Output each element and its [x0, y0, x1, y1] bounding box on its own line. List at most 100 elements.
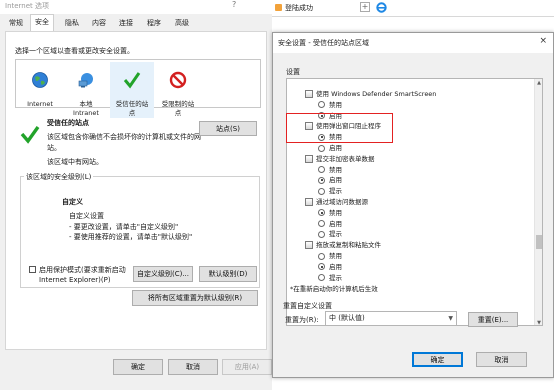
setting-text: 禁用 — [329, 165, 342, 174]
title-bar: Internet 选项 ? — [0, 0, 272, 14]
setting-option[interactable]: 启用 — [287, 262, 342, 272]
protected-mode-label: 启用保护模式(要求重新启动 — [39, 266, 126, 274]
setting-category: 拖放或复制和粘贴文件 — [287, 240, 381, 250]
setting-option[interactable]: 禁用 — [287, 208, 342, 218]
radio-button[interactable] — [318, 176, 325, 184]
zone-label: 本地 Intranet — [73, 100, 99, 117]
radio-button[interactable] — [318, 274, 325, 282]
ok-button[interactable]: 确定 — [113, 359, 163, 375]
setting-text: 启用 — [329, 144, 342, 152]
sites-button[interactable]: 站点(S) — [199, 121, 257, 136]
protected-mode-label-cont: Internet Explorer)(P) — [39, 276, 111, 284]
zone-trusted-sites[interactable]: 受信任的站 点 — [110, 62, 154, 118]
radio-button[interactable] — [318, 166, 325, 174]
radio-button[interactable] — [318, 263, 325, 271]
setting-text: 禁用 — [329, 208, 342, 217]
dialog-ok-button[interactable]: 确定 — [412, 352, 463, 367]
globe-icon — [32, 72, 48, 88]
reset-to-dropdown[interactable]: 中 (默认值) ▼ — [325, 311, 457, 326]
radio-button[interactable] — [318, 209, 325, 217]
tab-general[interactable]: 常规 — [5, 16, 27, 31]
setting-option[interactable]: 提示 — [287, 229, 342, 239]
tab-programs[interactable]: 程序 — [143, 16, 165, 31]
tree-scrollbar[interactable]: ▲ ▼ — [534, 79, 542, 325]
zone-internet[interactable]: Internet — [18, 62, 62, 109]
setting-option[interactable]: 禁用 — [287, 251, 342, 261]
setting-option[interactable]: 禁用 — [287, 100, 342, 110]
internet-options-window: Internet 选项 ? 常规 安全 隐私 内容 连接 程序 高级 选择一个区… — [0, 0, 272, 390]
protected-mode-checkbox[interactable] — [29, 266, 36, 273]
setting-category-icon — [305, 154, 313, 163]
custom-level-button[interactable]: 自定义级别(C)... — [133, 266, 193, 282]
tab-content[interactable]: 内容 — [88, 16, 110, 31]
tab-advanced[interactable]: 高级 — [171, 16, 193, 31]
security-settings-dialog: 安全设置 - 受信任的站点区域 × 设置 ▲ ▼ 使用 Windows Defe… — [272, 32, 554, 378]
setting-text: 提示 — [329, 187, 342, 196]
setting-category: 使用 Windows Defender SmartScreen — [287, 89, 436, 99]
setting-category: 提交非加密表单数据 — [287, 154, 375, 164]
level-line: 自定义设置 — [69, 212, 104, 220]
reset-button[interactable]: 重置(E)... — [468, 312, 518, 327]
browser-tab-strip: 登陆成功 + — [272, 0, 554, 17]
trusted-checkmark-icon — [20, 126, 40, 144]
tab-security[interactable]: 安全 — [30, 14, 54, 32]
setting-option[interactable]: 提示 — [287, 273, 342, 283]
reset-all-zones-button[interactable]: 将所有区域重置为默认级别(R) — [132, 290, 258, 306]
reset-to-value: 中 (默认值) — [329, 314, 365, 322]
zone-local-intranet[interactable]: 本地 Intranet — [64, 62, 108, 118]
radio-button[interactable] — [318, 144, 325, 152]
setting-option[interactable]: 启用 — [287, 175, 342, 185]
window-title: Internet 选项 — [5, 2, 50, 10]
radio-button[interactable] — [318, 252, 325, 260]
close-icon[interactable]: × — [539, 36, 547, 46]
setting-option[interactable]: 禁用 — [287, 165, 342, 175]
setting-text: 启用 — [329, 219, 342, 228]
dialog-title: 安全设置 - 受信任的站点区域 — [278, 39, 369, 47]
page-favicon-icon — [275, 4, 282, 11]
default-level-button[interactable]: 默认级别(D) — [199, 266, 257, 282]
dialog-title-bar: 安全设置 - 受信任的站点区域 × — [273, 33, 553, 53]
radio-button[interactable] — [318, 220, 325, 228]
setting-text: 提示 — [329, 273, 342, 282]
cancel-button[interactable]: 取消 — [168, 359, 218, 375]
tab-strip: 常规 安全 隐私 内容 连接 程序 高级 — [0, 14, 272, 32]
setting-text: 拖放或复制和粘贴文件 — [316, 241, 381, 250]
setting-text: 禁用 — [329, 252, 342, 260]
setting-text: 使用 Windows Defender SmartScreen — [316, 90, 437, 98]
radio-button[interactable] — [318, 101, 325, 109]
restart-note: *在重新启动你的计算机后生效 — [290, 285, 378, 293]
level-line: - 要更改设置，请单击"自定义级别" — [69, 223, 179, 231]
prohibited-icon — [169, 71, 187, 89]
setting-option[interactable]: 启用 — [287, 219, 342, 229]
browser-tab-title[interactable]: 登陆成功 — [285, 3, 313, 13]
reset-group-label: 重置自定义设置 — [283, 302, 332, 310]
radio-button[interactable] — [318, 230, 325, 238]
dialog-cancel-button[interactable]: 取消 — [476, 352, 527, 367]
scroll-thumb[interactable] — [536, 235, 542, 249]
zone-label: 受限制的站 点 — [161, 100, 195, 117]
tab-privacy[interactable]: 隐私 — [61, 16, 83, 31]
setting-category-icon — [305, 90, 313, 98]
checkmark-icon — [123, 72, 141, 89]
zone-list: Internet 本地 Intranet 受信任的站 点 受限制的站 点 — [15, 59, 261, 118]
radio-button[interactable] — [318, 187, 325, 195]
intranet-icon — [78, 73, 93, 88]
level-name: 自定义 — [62, 198, 83, 206]
setting-option[interactable]: 提示 — [287, 186, 342, 196]
zone-prompt: 选择一个区域以查看或更改安全设置。 — [15, 47, 134, 55]
zone-description-cont: 站。 — [47, 144, 61, 152]
setting-text: 启用 — [329, 262, 342, 271]
setting-text: 启用 — [329, 176, 342, 185]
help-button[interactable]: ? — [232, 0, 236, 9]
setting-option[interactable]: 启用 — [287, 143, 342, 153]
security-level-legend: 该区域的安全级别(L) — [24, 172, 94, 182]
new-tab-icon[interactable]: + — [360, 2, 370, 12]
setting-text: 提交非加密表单数据 — [316, 154, 375, 163]
zone-restricted-sites[interactable]: 受限制的站 点 — [156, 62, 200, 118]
apply-button[interactable]: 应用(A) — [222, 359, 272, 375]
popup-blocker-highlight — [286, 113, 393, 143]
tab-connections[interactable]: 连接 — [115, 16, 137, 31]
scroll-up-icon[interactable]: ▲ — [535, 79, 542, 87]
scroll-down-icon[interactable]: ▼ — [535, 319, 542, 325]
zone-heading: 受信任的站点 — [47, 119, 89, 127]
